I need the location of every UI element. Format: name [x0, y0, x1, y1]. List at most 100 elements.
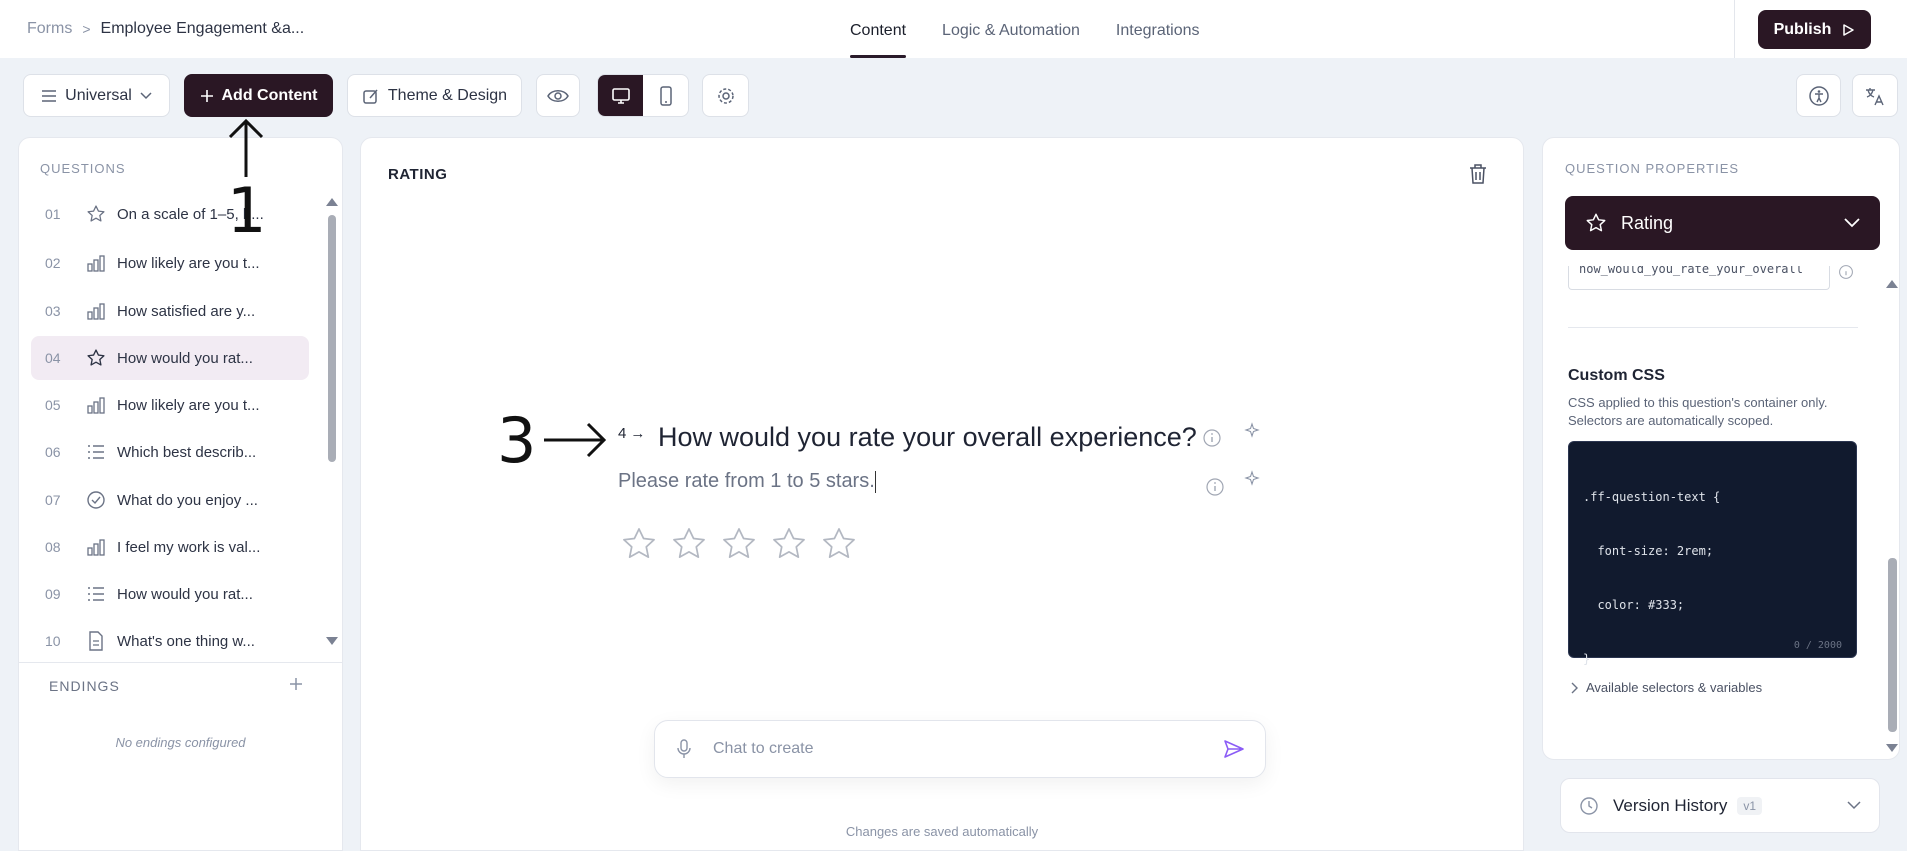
text-cursor — [874, 470, 876, 493]
css-code: .ff-question-text { font-size: 2rem; col… — [1583, 452, 1842, 704]
desktop-view-button[interactable] — [598, 75, 643, 116]
rating-stars — [620, 525, 858, 563]
gear-icon — [717, 87, 734, 104]
question-item-05[interactable]: 05 How likely are you t... — [31, 383, 309, 427]
top-bar: Forms > Employee Engagement &a... Conten… — [0, 0, 1907, 58]
rating-star-icon[interactable] — [820, 525, 858, 563]
trash-icon[interactable] — [1468, 163, 1488, 185]
custom-css-description-line: CSS applied to this question's container… — [1568, 395, 1828, 410]
desktop-icon — [611, 87, 630, 104]
question-label: How satisfied are y... — [117, 302, 256, 320]
add-content-label: Add Content — [221, 86, 318, 104]
version-badge: v1 — [1737, 796, 1763, 815]
info-icon[interactable] — [1205, 477, 1225, 497]
available-selectors-label: Available selectors & variables — [1586, 680, 1763, 695]
chevron-right-icon — [1571, 682, 1578, 693]
question-number: 07 — [45, 492, 61, 508]
question-item-06[interactable]: 06 Which best describ... — [31, 430, 309, 474]
settings-button[interactable] — [702, 74, 749, 117]
header-divider — [1734, 0, 1735, 58]
question-number: 09 — [45, 586, 61, 602]
properties-heading: QUESTION PROPERTIES — [1565, 161, 1740, 176]
question-item-09[interactable]: 09 How would you rat... — [31, 572, 309, 616]
theme-design-label: Theme & Design — [387, 86, 508, 104]
question-description-input[interactable]: Please rate from 1 to 5 stars. — [618, 470, 876, 493]
question-item-03[interactable]: 03 How satisfied are y... — [31, 289, 309, 333]
microphone-icon[interactable] — [675, 738, 693, 760]
universal-label: Universal — [65, 86, 132, 104]
custom-css-editor[interactable]: .ff-question-text { font-size: 2rem; col… — [1568, 441, 1857, 666]
mobile-icon — [659, 85, 672, 106]
tab-integrations[interactable]: Integrations — [1116, 0, 1200, 58]
rating-star-icon[interactable] — [720, 525, 758, 563]
breadcrumb-current-form[interactable]: Employee Engagement &a... — [101, 20, 305, 38]
rating-star-icon[interactable] — [770, 525, 808, 563]
document-icon — [89, 631, 103, 651]
version-history-panel[interactable]: Version History v1 — [1560, 778, 1880, 833]
bar-chart-icon — [87, 255, 105, 272]
scroll-down-arrow[interactable] — [326, 637, 338, 645]
chevron-down-icon — [1844, 218, 1860, 228]
theme-design-button[interactable]: Theme & Design — [347, 74, 522, 117]
rating-star-icon[interactable] — [670, 525, 708, 563]
properties-scroll-up-arrow[interactable] — [1886, 280, 1898, 288]
tab-content[interactable]: Content — [850, 0, 907, 58]
annotation-arrow-up — [228, 118, 264, 177]
question-number: 4 — [618, 425, 627, 442]
question-description-text: Please rate from 1 to 5 stars. — [618, 470, 875, 492]
publish-button[interactable]: Publish — [1758, 10, 1871, 49]
field-id-input[interactable]: how_would_you_rate_your_overall — [1568, 266, 1830, 290]
tab-logic-automation[interactable]: Logic & Automation — [942, 0, 1080, 58]
custom-css-description: CSS applied to this question's container… — [1568, 394, 1828, 430]
star-icon — [87, 349, 105, 366]
list-icon — [88, 587, 104, 601]
sparkle-icon[interactable] — [1243, 470, 1261, 488]
star-icon — [1586, 213, 1606, 232]
question-item-07[interactable]: 07 What do you enjoy ... — [31, 478, 309, 522]
question-item-04[interactable]: 04 How would you rat... — [31, 336, 309, 380]
questions-scrollbar-thumb[interactable] — [328, 215, 336, 462]
question-number: 10 — [45, 633, 61, 649]
breadcrumb-forms-link[interactable]: Forms — [27, 20, 72, 38]
css-code-line: } — [1583, 652, 1591, 666]
question-item-08[interactable]: 08 I feel my work is val... — [31, 525, 309, 569]
mobile-view-button[interactable] — [643, 75, 688, 116]
breadcrumb: Forms > Employee Engagement &a... — [27, 20, 304, 38]
question-title-text[interactable]: How would you rate your overall experien… — [658, 422, 1197, 453]
questions-divider — [18, 662, 343, 663]
properties-scrollbar-thumb[interactable] — [1888, 558, 1897, 732]
question-item-01[interactable]: 01 On a scale of 1–5, h... — [31, 192, 309, 236]
question-type-dropdown[interactable]: Rating — [1565, 196, 1880, 250]
question-item-02[interactable]: 02 How likely are you t... — [31, 241, 309, 285]
check-circle-icon — [87, 491, 105, 509]
question-label: How would you rat... — [117, 349, 253, 367]
send-icon[interactable] — [1223, 738, 1245, 760]
info-icon[interactable] — [1838, 264, 1854, 280]
add-ending-plus-icon[interactable] — [289, 677, 303, 691]
rating-star-icon[interactable] — [620, 525, 658, 563]
bar-chart-icon — [87, 397, 105, 414]
properties-divider — [1568, 327, 1858, 328]
available-selectors-toggle[interactable]: Available selectors & variables — [1570, 680, 1762, 695]
question-number: 02 — [45, 255, 61, 271]
eye-icon — [547, 89, 569, 102]
universal-dropdown[interactable]: Universal — [23, 74, 170, 117]
questions-heading: QUESTIONS — [40, 161, 126, 176]
add-content-button[interactable]: Add Content — [184, 74, 333, 117]
star-icon — [87, 205, 105, 222]
properties-scroll-down-arrow[interactable] — [1886, 744, 1898, 752]
question-item-10[interactable]: 10 What's one thing w... — [31, 619, 309, 663]
breadcrumb-separator: > — [82, 21, 91, 37]
annotation-arrow-right — [544, 422, 607, 458]
css-code-line: font-size: 2rem; — [1583, 544, 1714, 558]
endings-heading: ENDINGS — [49, 678, 120, 694]
field-id-value: how_would_you_rate_your_overall — [1579, 266, 1803, 276]
sparkle-icon[interactable] — [1243, 422, 1261, 440]
accessibility-button[interactable] — [1796, 74, 1841, 117]
info-icon[interactable] — [1202, 428, 1222, 448]
bar-chart-icon — [87, 303, 105, 320]
translate-button[interactable] — [1852, 74, 1898, 117]
chat-input[interactable]: Chat to create — [713, 740, 1223, 758]
scroll-up-arrow[interactable] — [326, 198, 338, 206]
preview-button[interactable] — [536, 74, 580, 117]
